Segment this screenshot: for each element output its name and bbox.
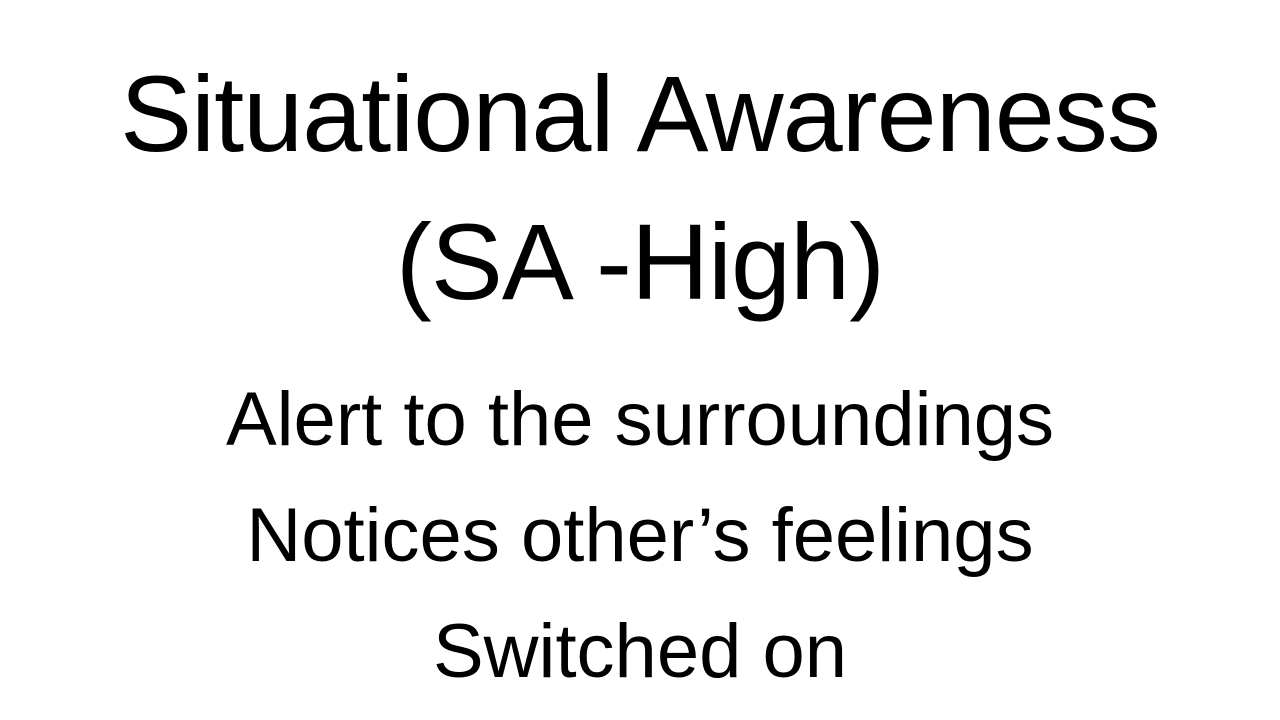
slide: Situational Awareness (SA -High) Alert t… xyxy=(0,0,1280,720)
title-line-2: (SA -High) xyxy=(395,201,885,322)
body-line-alert: Alert to the surroundings xyxy=(225,377,1055,462)
body-line-switched-on: Switched on xyxy=(432,609,848,694)
title-line-1: Situational Awareness xyxy=(120,53,1161,174)
slide-title: Situational Awareness (SA -High) xyxy=(0,40,1280,336)
body-line-notices: Notices other’s feelings xyxy=(246,493,1034,578)
slide-body: Alert to the surroundings Notices other’… xyxy=(0,362,1280,710)
